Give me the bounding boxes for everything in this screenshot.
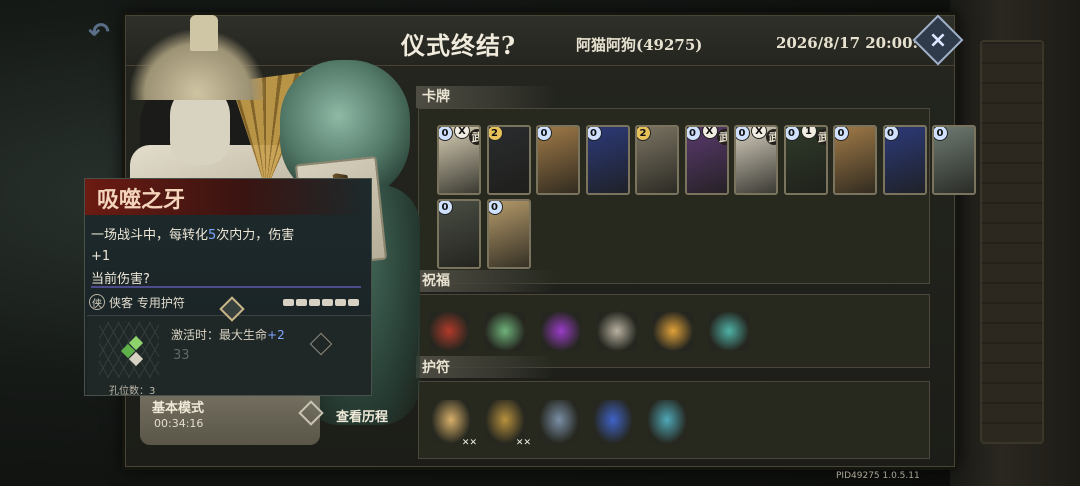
back-icon[interactable]: ↶	[82, 18, 116, 48]
player-name: 阿猫阿狗(49275)	[576, 36, 703, 54]
card-dark-serpent[interactable]: 0	[437, 199, 481, 269]
item-name: 吸噬之牙	[97, 187, 186, 213]
view-history-button[interactable]: 查看历程	[336, 406, 388, 425]
card-cost-badge: 0	[538, 127, 552, 141]
card-cost-badge: 0	[736, 127, 750, 141]
card-twin-warriors[interactable]: 2	[635, 125, 679, 195]
masked-figure-icon[interactable]	[485, 311, 525, 351]
activation-bonus: +2	[267, 328, 285, 342]
teal-feather-amulet-icon[interactable]	[647, 400, 687, 444]
item-rarity-stars	[283, 298, 359, 306]
card-white-fist[interactable]: 0X武	[437, 125, 481, 195]
desc-part2: 次内力，伤害	[216, 228, 295, 243]
desc-part1: 一场战斗中，每转化	[91, 228, 209, 243]
card-upgrade-badge: X	[701, 127, 718, 139]
blue-crystal-amulet-icon[interactable]	[593, 400, 633, 444]
card-type-badge: 武	[469, 129, 479, 145]
run-time: 00:34:16	[154, 417, 204, 430]
card-shadow-beast[interactable]: 2	[486, 125, 531, 195]
hero-class-icon: 侠	[89, 294, 105, 310]
card-white-strike[interactable]: 0X武	[734, 125, 778, 195]
item-description: 一场战斗中，每转化5次内力，伤害 +1	[91, 225, 321, 267]
card-cost-badge: 0	[884, 127, 899, 141]
card-cost-badge: 0	[835, 127, 849, 141]
card-spear-2[interactable]: 0	[833, 125, 877, 195]
close-icon: ×	[928, 27, 948, 53]
scroll-bundle-icon[interactable]	[597, 311, 637, 351]
card-spellbook[interactable]: 0	[585, 125, 630, 195]
socket-area: 激活时：最大生命+2 33 孔位数：3	[87, 296, 371, 397]
activation-text: 激活时：最大生命	[171, 328, 268, 342]
item-type: 侠客 专用护符	[109, 295, 185, 310]
card-dark-warrior[interactable]: 01武	[783, 125, 828, 195]
rarity-star-icon	[322, 298, 333, 306]
rarity-star-icon	[296, 298, 307, 306]
card-cost-badge: 0	[934, 127, 948, 141]
rarity-star-icon	[348, 298, 359, 306]
cards-section: 0X武20020X武0X武01武00000	[418, 108, 976, 284]
right-background-pillar	[950, 0, 1080, 486]
card-spellbook-2[interactable]: 0	[882, 125, 927, 195]
item-tooltip: 吸噬之牙 一场战斗中，每转化5次内力，伤害 +1 当前伤害? 侠 侠客 专用护符 …	[84, 178, 372, 397]
tooltip-divider	[91, 286, 361, 288]
card-cost-badge: 0	[488, 201, 503, 215]
card-cost-badge: 0	[587, 127, 602, 141]
socket-number: 33	[173, 348, 190, 363]
lantern-amulet-icon[interactable]	[539, 400, 579, 444]
rarity-star-icon	[335, 298, 346, 306]
card-white-crane[interactable]: 0	[932, 125, 976, 195]
amulet-mark: ✕✕	[461, 438, 477, 448]
card-cost-badge: 0	[785, 127, 800, 141]
rarity-star-icon	[309, 298, 320, 306]
card-cost-badge: 2	[637, 127, 651, 141]
desc-plus: +1	[91, 249, 111, 264]
version-footer: PID49275 1.0.5.11	[836, 471, 920, 481]
cards-section-title: 卡牌	[422, 89, 450, 105]
fang-amulet-icon[interactable]: ✕✕	[431, 400, 477, 448]
golden-dragon-icon[interactable]	[653, 311, 693, 351]
game-mode: 基本模式	[152, 401, 205, 416]
card-cost-badge: 0	[439, 127, 453, 141]
amulets-section: ✕✕ ✕✕	[418, 381, 930, 459]
heart-card-icon[interactable]	[429, 311, 469, 351]
card-cost-badge: 0	[439, 201, 453, 215]
card-type-badge: 武	[766, 129, 776, 145]
card-spear[interactable]: 0	[536, 125, 580, 195]
card-type-badge: 武	[815, 129, 826, 145]
hat-top	[190, 15, 218, 51]
card-golden-beast[interactable]: 0	[486, 199, 531, 269]
card-purple-strike[interactable]: 0X武	[684, 125, 729, 195]
purple-flame-icon[interactable]	[541, 311, 581, 351]
rarity-star-icon	[283, 298, 294, 306]
socket-slot-icon	[309, 332, 333, 356]
card-type-badge: 武	[716, 129, 727, 145]
amulets-section-title: 护符	[422, 360, 450, 376]
card-upgrade-badge: 1	[800, 127, 817, 139]
golden-scroll-amulet-icon[interactable]: ✕✕	[485, 400, 531, 448]
hole-count: 孔位数：3	[109, 386, 156, 397]
card-cost-badge: 0	[686, 127, 701, 141]
hooded-ghost-icon[interactable]	[709, 311, 749, 351]
current-damage: 当前伤害?	[91, 272, 150, 287]
amulet-mark: ✕✕	[515, 438, 531, 448]
card-cost-badge: 2	[488, 127, 503, 141]
activation-effect: 激活时：最大生命+2	[171, 326, 285, 343]
blessings-section-title: 祝福	[422, 273, 450, 289]
